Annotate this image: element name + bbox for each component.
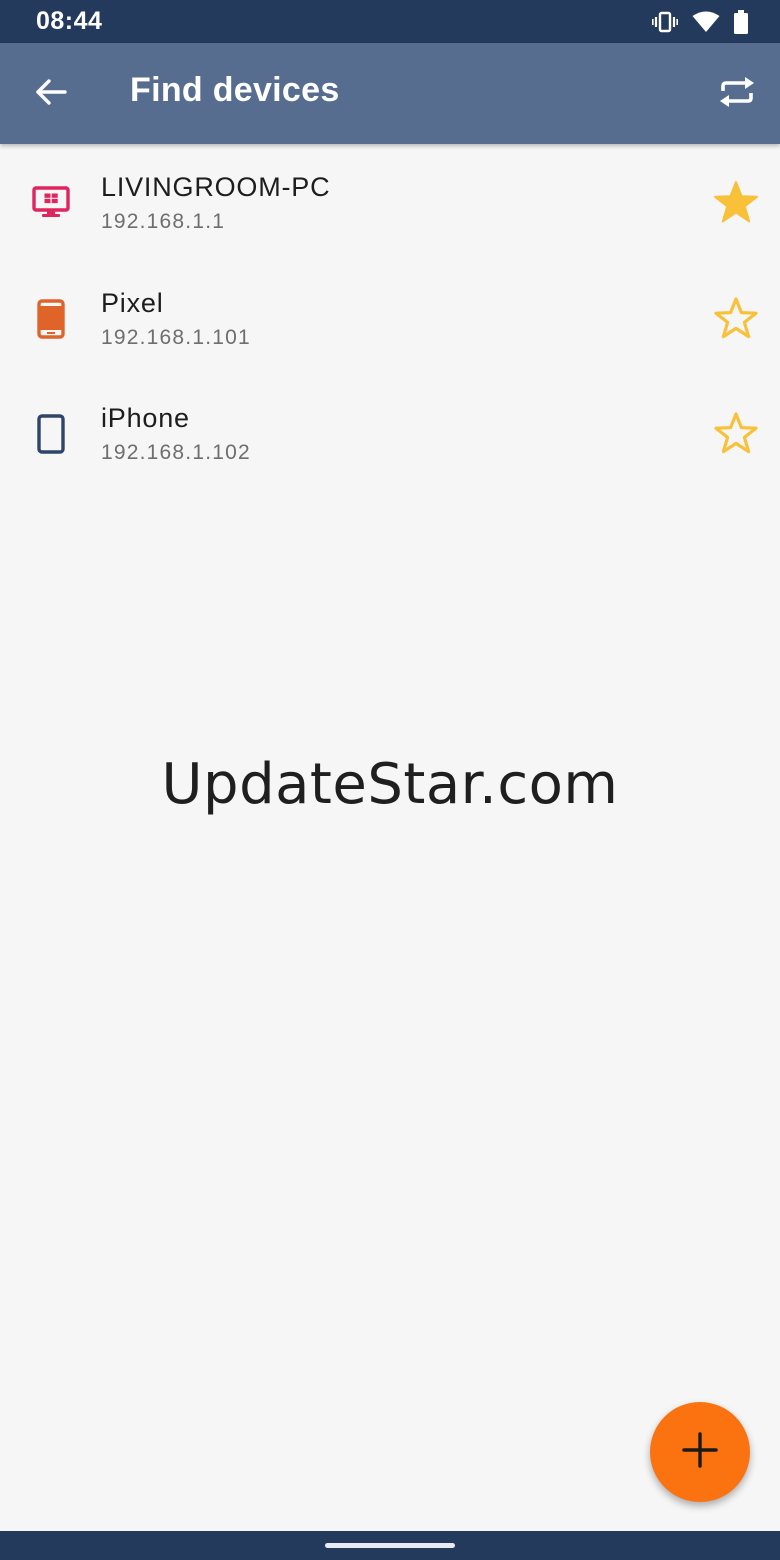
add-device-button[interactable]: [650, 1402, 750, 1502]
device-ip: 192.168.1.101: [101, 326, 251, 349]
status-bar: 08:44: [0, 0, 780, 43]
wifi-icon: [692, 11, 720, 33]
favorite-button[interactable]: [710, 178, 762, 230]
list-item[interactable]: LIVINGROOM-PC 192.168.1.1: [0, 144, 780, 260]
plus-icon: [681, 1431, 719, 1474]
page-title: Find devices: [130, 71, 340, 109]
home-gesture-handle[interactable]: [325, 1543, 455, 1548]
refresh-button[interactable]: [712, 69, 762, 119]
back-button[interactable]: [26, 69, 76, 119]
arrow-left-icon: [35, 78, 67, 111]
status-icons: [652, 9, 748, 34]
star-filled-icon: [713, 180, 759, 229]
phone-icon: [28, 296, 74, 342]
star-outline-icon: [713, 411, 759, 460]
status-time: 08:44: [36, 7, 103, 35]
device-ip: 192.168.1.102: [101, 441, 251, 464]
favorite-button[interactable]: [710, 294, 762, 346]
battery-icon: [734, 9, 748, 34]
star-outline-icon: [713, 296, 759, 345]
favorite-button[interactable]: [710, 409, 762, 461]
refresh-icon: [717, 76, 757, 113]
device-name: Pixel: [101, 288, 164, 318]
device-list: LIVINGROOM-PC 192.168.1.1 Pixel 192.168.…: [0, 144, 780, 490]
windows-monitor-icon: [28, 180, 74, 226]
vibrate-icon: [652, 11, 678, 33]
phone-icon: [28, 411, 74, 457]
list-item[interactable]: Pixel 192.168.1.101: [0, 260, 780, 375]
app-bar: Find devices: [0, 43, 780, 144]
device-name: LIVINGROOM-PC: [101, 172, 331, 202]
device-ip: 192.168.1.1: [101, 210, 226, 233]
device-name: iPhone: [101, 403, 190, 433]
list-item[interactable]: iPhone 192.168.1.102: [0, 375, 780, 490]
navigation-bar: [0, 1531, 780, 1560]
watermark: UpdateStar.com: [161, 752, 619, 817]
screen: 08:44 Find devices LIVINGROOM-PC 192.168…: [0, 0, 780, 1560]
